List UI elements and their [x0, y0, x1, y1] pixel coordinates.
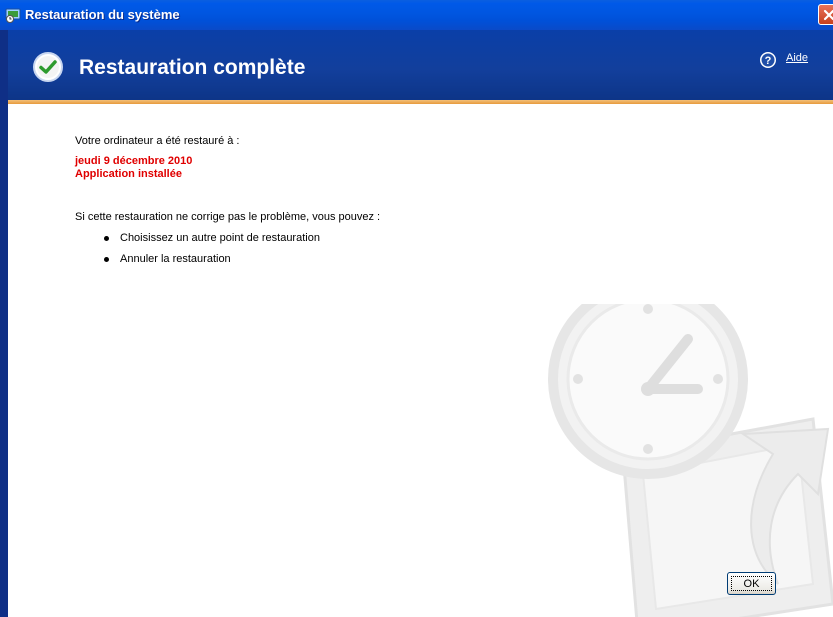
page-title: Restauration complète [79, 56, 306, 79]
restore-watermark-icon [548, 304, 833, 617]
option-label[interactable]: Annuler la restauration [120, 253, 231, 265]
restore-point-description: Application installée [75, 168, 182, 180]
option-choose-another-point[interactable]: Choisissez un autre point de restauratio… [104, 232, 320, 244]
window-title: Restauration du système [25, 7, 180, 22]
close-icon [823, 9, 833, 21]
success-check-icon [33, 52, 63, 82]
restore-date: jeudi 9 décembre 2010 [75, 155, 193, 167]
ok-button[interactable]: OK [727, 572, 776, 595]
close-button[interactable] [818, 4, 833, 25]
options-intro-text: Si cette restauration ne corrige pas le … [75, 211, 381, 223]
window-frame-left [0, 30, 8, 617]
help-link[interactable]: Aide [786, 52, 808, 64]
bullet-icon [104, 256, 109, 262]
focus-ring [731, 576, 772, 591]
svg-text:?: ? [765, 55, 772, 67]
help-icon[interactable]: ? [759, 51, 777, 69]
system-restore-icon [5, 8, 21, 23]
title-bar[interactable]: Restauration du système [0, 0, 833, 30]
main-content: Votre ordinateur a été restauré à : jeud… [8, 104, 833, 617]
bullet-icon [104, 235, 109, 241]
option-undo-restoration[interactable]: Annuler la restauration [104, 253, 231, 265]
option-label[interactable]: Choisissez un autre point de restauratio… [120, 232, 320, 244]
restore-intro-text: Votre ordinateur a été restauré à : [75, 135, 240, 147]
header-banner: Restauration complète ? Aide [8, 30, 833, 102]
